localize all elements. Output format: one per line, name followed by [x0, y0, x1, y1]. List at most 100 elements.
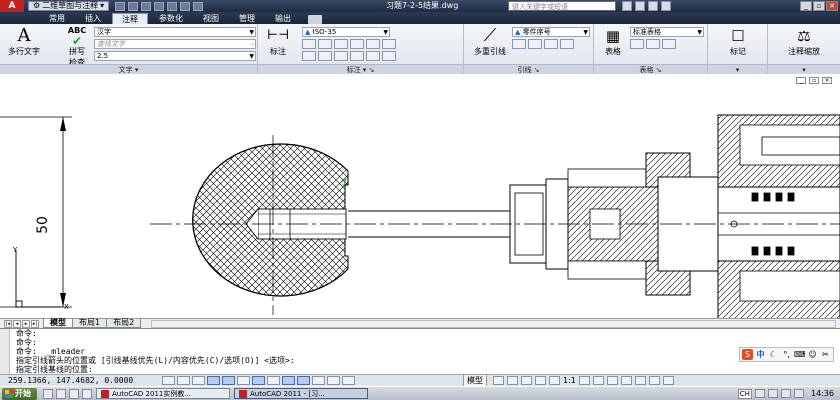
add-leader-icon[interactable]: [512, 39, 526, 49]
search-input[interactable]: 键入关键字或短语: [508, 1, 616, 11]
hardware-acceleration-icon[interactable]: [634, 376, 646, 385]
quick-dimension-icon[interactable]: [302, 39, 316, 49]
text-height-dropdown[interactable]: 2.5 ▼: [94, 51, 256, 61]
prev-layout-icon[interactable]: ◂: [13, 319, 21, 328]
minimize-button[interactable]: _: [800, 1, 812, 11]
table-style-dropdown[interactable]: 标准表格 ▼: [630, 27, 704, 37]
extract-data-icon[interactable]: [630, 39, 644, 49]
annotation-visibility-icon[interactable]: [578, 376, 590, 385]
remove-leader-icon[interactable]: [528, 39, 542, 49]
center-mark-icon[interactable]: [318, 51, 332, 61]
start-button[interactable]: 开始: [2, 387, 37, 400]
keyboard-icon[interactable]: ⌨: [794, 349, 806, 360]
horizontal-scrollbar[interactable]: [151, 319, 836, 328]
quick-properties-toggle[interactable]: [327, 376, 340, 385]
ime-mode-toggle[interactable]: 中: [755, 349, 766, 360]
folder-icon[interactable]: [82, 388, 92, 399]
command-line-scrollbar[interactable]: [0, 329, 10, 375]
annotation-scale-icon[interactable]: [549, 376, 560, 385]
mtext-button[interactable]: A 多行文字: [6, 26, 42, 57]
tab-layout1[interactable]: 布局1: [72, 319, 108, 328]
dynamic-ucs-toggle[interactable]: [267, 376, 280, 385]
tools-icon[interactable]: ✂: [820, 349, 831, 360]
tab-insert[interactable]: 插入: [76, 13, 110, 24]
star-icon[interactable]: [635, 1, 645, 11]
communication-center-icon[interactable]: [648, 1, 658, 11]
annotation-scaling-button[interactable]: ⚖ 注释缩放: [772, 26, 836, 57]
align-leader-icon[interactable]: [544, 39, 558, 49]
markup-button[interactable]: ☐ 标记: [718, 26, 758, 57]
close-viewport-button[interactable]: ×: [822, 77, 832, 84]
tab-manage[interactable]: 管理: [230, 13, 264, 24]
show-desktop-icon[interactable]: [43, 388, 53, 399]
new-file-icon[interactable]: [115, 1, 126, 11]
ribbon-minimize-toggle[interactable]: [308, 15, 322, 24]
annotation-scaling-panel-title[interactable]: ▾: [768, 64, 840, 74]
baseline-dimension-icon[interactable]: [334, 39, 348, 49]
media-player-icon[interactable]: [69, 388, 79, 399]
tab-model[interactable]: 模型: [43, 319, 73, 328]
browser-icon[interactable]: [56, 388, 66, 399]
table-button[interactable]: ▦ 表格: [598, 26, 628, 57]
dimension-style-dropdown[interactable]: ▲ ISO-35 ▼: [302, 27, 390, 37]
oblique-icon[interactable]: [366, 51, 380, 61]
annotation-scale-value[interactable]: 1:1: [563, 376, 576, 385]
dynamic-input-toggle[interactable]: [282, 376, 295, 385]
user-icon[interactable]: ☺: [807, 349, 818, 360]
dimension-break-icon[interactable]: [350, 39, 364, 49]
link-data-icon[interactable]: [646, 39, 660, 49]
undo-icon[interactable]: [180, 1, 191, 11]
lock-icon[interactable]: [620, 376, 632, 385]
ime-tray-icon[interactable]: [754, 389, 765, 398]
zoom-icon[interactable]: [535, 376, 546, 385]
download-icon[interactable]: [662, 39, 676, 49]
isolate-objects-icon[interactable]: [648, 376, 660, 385]
application-menu-button[interactable]: A: [0, 0, 24, 12]
clock[interactable]: 14:36: [811, 389, 834, 398]
network-icon[interactable]: [767, 389, 778, 398]
find-text-input[interactable]: 查找文字 ⌕: [94, 39, 256, 49]
moon-icon[interactable]: ☾: [768, 349, 779, 360]
ortho-mode-toggle[interactable]: [192, 376, 205, 385]
quick-view-layouts-icon[interactable]: [493, 376, 504, 385]
drawing-canvas[interactable]: 50 Y X: [0, 75, 840, 320]
collect-leader-icon[interactable]: [560, 39, 574, 49]
open-file-icon[interactable]: [128, 1, 139, 11]
workspace-switching-icon[interactable]: [606, 376, 618, 385]
tab-view[interactable]: 视图: [194, 13, 228, 24]
quick-view-drawings-icon[interactable]: [507, 376, 518, 385]
inspect-icon[interactable]: [334, 51, 348, 61]
command-prompt[interactable]: 指定引线基线的位置:: [16, 365, 93, 374]
polar-tracking-toggle[interactable]: [207, 376, 220, 385]
tab-layout2[interactable]: 布局2: [106, 319, 142, 328]
multileader-style-dropdown[interactable]: ▲ 零件序号 ▼: [512, 27, 590, 37]
continue-dimension-icon[interactable]: [318, 39, 332, 49]
volume-icon[interactable]: [780, 389, 791, 398]
lineweight-toggle[interactable]: [297, 376, 310, 385]
leader-panel-title[interactable]: 引线 ↘: [464, 64, 593, 74]
jogged-linear-icon[interactable]: [382, 39, 396, 49]
grid-display-toggle[interactable]: [177, 376, 190, 385]
close-button[interactable]: ✕: [826, 1, 838, 11]
tab-home[interactable]: 常用: [40, 13, 74, 24]
spell-check-button[interactable]: ABC ✔ 拼写 检查: [64, 26, 90, 68]
tab-output[interactable]: 输出: [266, 13, 300, 24]
adjust-space-icon[interactable]: [366, 39, 380, 49]
dimension-panel-title[interactable]: 标注 ▾ ↘: [258, 64, 463, 74]
transparency-toggle[interactable]: [312, 376, 325, 385]
minimize-viewport-button[interactable]: _: [796, 77, 806, 84]
pan-icon[interactable]: [521, 376, 532, 385]
security-icon[interactable]: [793, 389, 804, 398]
text-angle-icon[interactable]: [382, 51, 396, 61]
workspace-dropdown[interactable]: ⚙ 二维草图与注释 ▾: [28, 1, 110, 11]
coordinate-readout[interactable]: 259.1366, 147.4682, 0.0000: [0, 376, 162, 385]
ime-logo-icon[interactable]: S: [742, 349, 753, 360]
help-icon[interactable]: [661, 1, 671, 11]
first-layout-icon[interactable]: |◂: [4, 319, 12, 328]
text-style-dropdown[interactable]: 汉字 ▼: [94, 27, 256, 37]
auto-scale-icon[interactable]: [592, 376, 604, 385]
tab-parametric[interactable]: 参数化: [150, 13, 192, 24]
multileader-button[interactable]: ⟋ 多重引线: [468, 26, 512, 57]
object-snap-toggle[interactable]: [222, 376, 235, 385]
selection-cycling-toggle[interactable]: [342, 376, 355, 385]
